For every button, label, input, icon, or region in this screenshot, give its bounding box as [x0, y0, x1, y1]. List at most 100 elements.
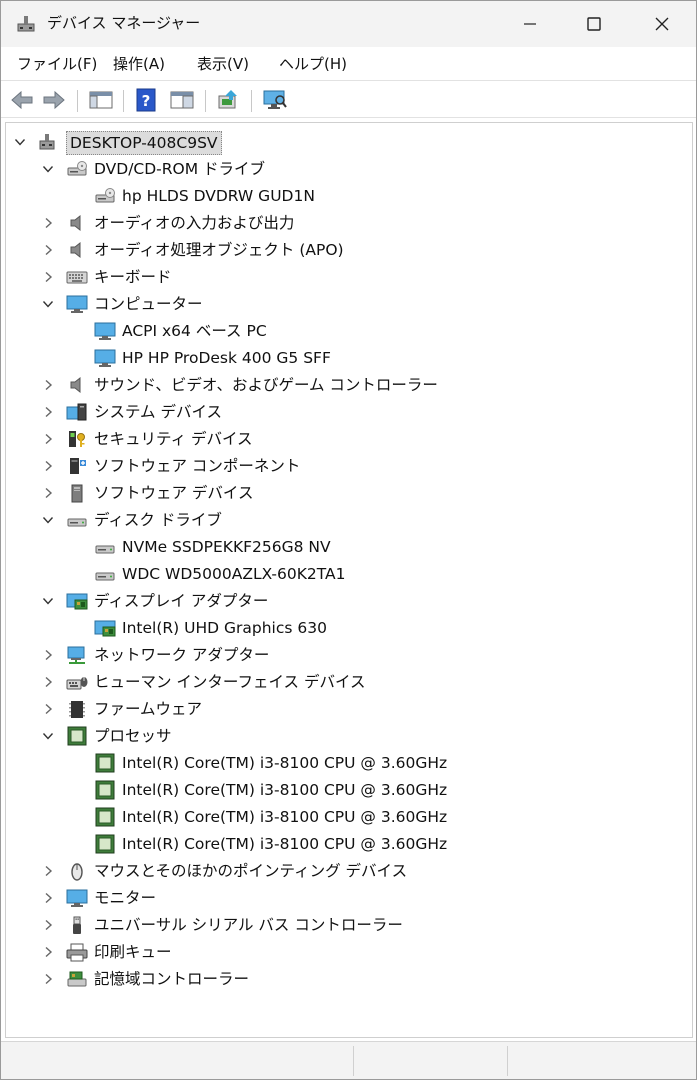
show-hide-console-tree-icon[interactable]: [88, 88, 114, 112]
monitor-icon: [66, 889, 88, 907]
software-component-icon: [70, 458, 86, 474]
chevron-right-icon[interactable]: [42, 649, 54, 661]
disk-drive-icon: [67, 518, 87, 527]
update-driver-icon[interactable]: [215, 88, 241, 112]
tree-device[interactable]: NVMe SSDPEKKF256G8 NV: [6, 534, 686, 560]
device-manager-window: デバイス マネージャー ファイル(F) 操作(A) 表示(V) ヘルプ(H) ?…: [0, 0, 697, 1080]
tree-device[interactable]: WDC WD5000AZLX-60K2TA1: [6, 561, 686, 587]
chevron-right-icon[interactable]: [42, 271, 54, 283]
tree-category[interactable]: システム デバイス: [6, 399, 686, 425]
chevron-down-icon[interactable]: [42, 595, 54, 607]
monitor-icon: [94, 322, 116, 340]
chevron-right-icon[interactable]: [42, 433, 54, 445]
tree-device[interactable]: Intel(R) UHD Graphics 630: [6, 615, 686, 641]
chevron-right-icon[interactable]: [42, 703, 54, 715]
tree-category[interactable]: ネットワーク アダプター: [6, 642, 686, 668]
properties-pane-icon[interactable]: [169, 88, 195, 112]
chevron-right-icon[interactable]: [42, 946, 54, 958]
tree-category[interactable]: ディスプレイ アダプター: [6, 588, 686, 614]
tree-category[interactable]: プロセッサ: [6, 723, 686, 749]
hid-icon: [66, 677, 88, 690]
tree-device[interactable]: Intel(R) Core(TM) i3-8100 CPU @ 3.60GHz: [6, 831, 686, 857]
tree-item-label: ユニバーサル シリアル バス コントローラー: [94, 916, 403, 934]
chevron-right-icon[interactable]: [42, 244, 54, 256]
storage-controller-icon: [67, 971, 87, 987]
tree-item-label: DESKTOP-408C9SV: [66, 131, 222, 155]
tree-category[interactable]: オーディオ処理オブジェクト (APO): [6, 237, 686, 263]
minimize-button[interactable]: [497, 1, 563, 47]
chevron-right-icon[interactable]: [42, 892, 54, 904]
tree-device[interactable]: Intel(R) Core(TM) i3-8100 CPU @ 3.60GHz: [6, 777, 686, 803]
processor-icon: [95, 780, 115, 800]
chevron-down-icon[interactable]: [42, 730, 54, 742]
tree-category[interactable]: モニター: [6, 885, 686, 911]
chevron-right-icon[interactable]: [42, 973, 54, 985]
help-icon[interactable]: ?: [134, 88, 160, 112]
tree-item-label: ディスプレイ アダプター: [94, 592, 269, 610]
chevron-right-icon[interactable]: [42, 460, 54, 472]
close-button[interactable]: [629, 1, 695, 47]
menu-file[interactable]: ファイル(F): [17, 53, 97, 75]
tree-category[interactable]: サウンド、ビデオ、およびゲーム コントローラー: [6, 372, 686, 398]
scan-hardware-icon[interactable]: [262, 88, 288, 112]
tree-category[interactable]: ディスク ドライブ: [6, 507, 686, 533]
menu-help[interactable]: ヘルプ(H): [279, 53, 347, 75]
tree-category[interactable]: コンピューター: [6, 291, 686, 317]
tree-category[interactable]: 記憶域コントローラー: [6, 966, 686, 992]
tree-item-label: ネットワーク アダプター: [94, 646, 270, 664]
printer-icon: [66, 943, 88, 962]
chevron-right-icon[interactable]: [42, 379, 54, 391]
menu-bar: ファイル(F) 操作(A) 表示(V) ヘルプ(H): [1, 47, 696, 81]
forward-icon[interactable]: [41, 88, 67, 112]
tree-item-label: 印刷キュー: [94, 943, 172, 961]
tree-category[interactable]: ヒューマン インターフェイス デバイス: [6, 669, 686, 695]
tree-device[interactable]: HP HP ProDesk 400 G5 SFF: [6, 345, 686, 371]
menu-action[interactable]: 操作(A): [113, 53, 165, 75]
tree-item-label: HP HP ProDesk 400 G5 SFF: [122, 349, 331, 367]
tree-device[interactable]: hp HLDS DVDRW GUD1N: [6, 183, 686, 209]
processor-icon: [95, 807, 115, 827]
tree-category[interactable]: マウスとそのほかのポインティング デバイス: [6, 858, 686, 884]
tree-item-label: Intel(R) Core(TM) i3-8100 CPU @ 3.60GHz: [122, 781, 448, 799]
tree-category[interactable]: ソフトウェア コンポーネント: [6, 453, 686, 479]
chevron-right-icon[interactable]: [42, 676, 54, 688]
chevron-right-icon[interactable]: [42, 217, 54, 229]
display-adapter-icon: [94, 620, 116, 637]
tree-category[interactable]: ファームウェア: [6, 696, 686, 722]
tree-category[interactable]: DVD/CD-ROM ドライブ: [6, 156, 686, 182]
tree-item-label: NVMe SSDPEKKF256G8 NV: [122, 538, 331, 556]
tree-category[interactable]: セキュリティ デバイス: [6, 426, 686, 452]
chevron-right-icon[interactable]: [42, 406, 54, 418]
chevron-down-icon[interactable]: [42, 514, 54, 526]
tree-category[interactable]: オーディオの入力および出力: [6, 210, 686, 236]
tree-device[interactable]: Intel(R) Core(TM) i3-8100 CPU @ 3.60GHz: [6, 804, 686, 830]
tree-category[interactable]: ユニバーサル シリアル バス コントローラー: [6, 912, 686, 938]
tree-category[interactable]: キーボード: [6, 264, 686, 290]
dvd-drive-icon: [67, 161, 87, 176]
keyboard-icon: [66, 271, 88, 284]
tree-category[interactable]: ソフトウェア デバイス: [6, 480, 686, 506]
chevron-down-icon[interactable]: [42, 298, 54, 310]
chevron-down-icon[interactable]: [14, 136, 26, 148]
maximize-button[interactable]: [561, 1, 627, 47]
device-tree: DESKTOP-408C9SV DVD/CD-ROM ドライブ hp HLDS DV…: [5, 122, 693, 1038]
chevron-right-icon[interactable]: [42, 487, 54, 499]
minimize-icon: [524, 23, 536, 25]
firmware-icon: [69, 701, 85, 718]
monitor-icon: [66, 295, 88, 313]
status-divider-2: [507, 1046, 508, 1076]
tree-item-label: Intel(R) Core(TM) i3-8100 CPU @ 3.60GHz: [122, 808, 448, 826]
menu-view[interactable]: 表示(V): [197, 53, 249, 75]
tree-item-label: オーディオ処理オブジェクト (APO): [94, 241, 344, 259]
chevron-right-icon[interactable]: [42, 919, 54, 931]
tree-item-label: WDC WD5000AZLX-60K2TA1: [122, 565, 346, 583]
computer-network-icon: [39, 134, 55, 150]
tree-root[interactable]: DESKTOP-408C9SV: [6, 129, 686, 155]
chevron-down-icon[interactable]: [42, 163, 54, 175]
chevron-right-icon[interactable]: [42, 865, 54, 877]
tree-device[interactable]: ACPI x64 ベース PC: [6, 318, 686, 344]
tree-category[interactable]: 印刷キュー: [6, 939, 686, 965]
back-icon[interactable]: [9, 88, 35, 112]
tree-item-label: Intel(R) Core(TM) i3-8100 CPU @ 3.60GHz: [122, 754, 448, 772]
tree-device[interactable]: Intel(R) Core(TM) i3-8100 CPU @ 3.60GHz: [6, 750, 686, 776]
